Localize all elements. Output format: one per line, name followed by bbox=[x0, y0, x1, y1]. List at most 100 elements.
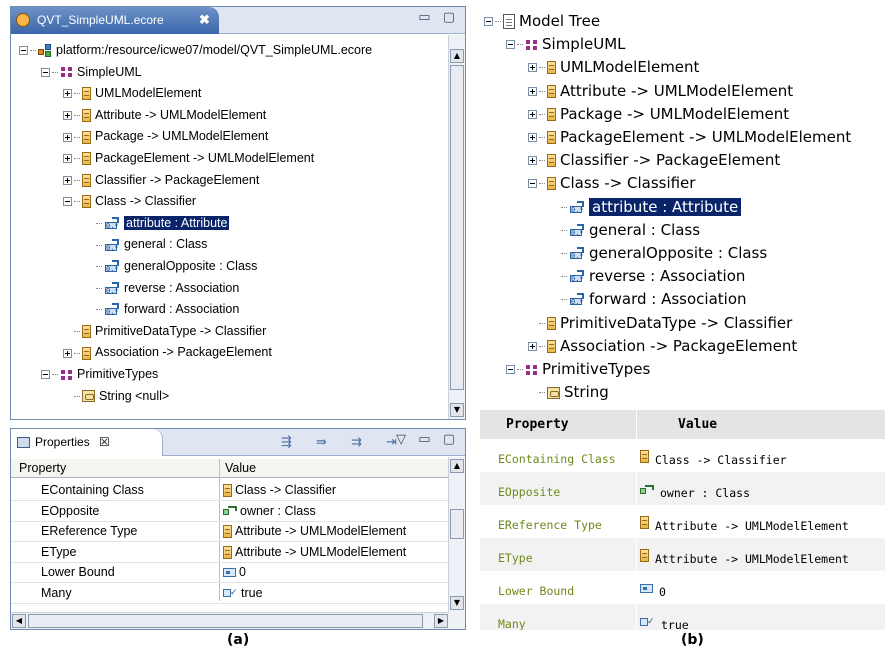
expand-icon[interactable] bbox=[63, 89, 72, 99]
tree-item[interactable]: UMLModelElement bbox=[528, 56, 699, 79]
tree-item[interactable]: platform:/resource/icwe07/model/QVT_Simp… bbox=[19, 40, 372, 60]
scroll-right-icon[interactable]: ▶ bbox=[434, 614, 448, 628]
column-header-value[interactable]: Value bbox=[678, 410, 717, 439]
tree-item[interactable]: Classifier -> PackageElement bbox=[528, 149, 780, 172]
property-row[interactable]: EType Attribute -> UMLModelElement bbox=[480, 538, 885, 571]
tree-item[interactable]: Association -> PackageElement bbox=[528, 335, 797, 358]
expand-icon[interactable] bbox=[528, 156, 537, 166]
property-name[interactable]: Lower Bound bbox=[41, 562, 115, 582]
properties-vertical-scrollbar[interactable]: ▲ ▼ bbox=[448, 457, 465, 629]
tree-item-label: PrimitiveDataType -> Classifier bbox=[95, 323, 267, 338]
collapse-icon[interactable] bbox=[19, 46, 28, 56]
property-value[interactable]: owner : Class bbox=[223, 501, 316, 521]
tree-item[interactable]: 0.* attribute : Attribute bbox=[85, 213, 230, 233]
tree-item[interactable]: PrimitiveTypes bbox=[41, 364, 158, 384]
scroll-left-icon[interactable]: ◀ bbox=[12, 614, 26, 628]
property-value[interactable]: 0 bbox=[223, 562, 246, 582]
tree-item[interactable]: Model Tree bbox=[484, 10, 600, 33]
expand-icon[interactable] bbox=[528, 133, 537, 142]
scroll-down-icon[interactable]: ▼ bbox=[450, 403, 464, 417]
expand-icon[interactable] bbox=[63, 175, 72, 185]
column-header-property[interactable]: Property bbox=[19, 458, 66, 478]
tree-item[interactable]: Package -> UMLModelElement bbox=[528, 103, 789, 126]
tree-item[interactable]: Package -> UMLModelElement bbox=[63, 126, 268, 146]
tree-item[interactable]: Class -> Classifier bbox=[63, 191, 196, 211]
horizontal-scrollbar[interactable]: ◀ ▶ bbox=[11, 612, 449, 629]
property-value[interactable]: Attribute -> UMLModelElement bbox=[223, 542, 406, 562]
column-header-property[interactable]: Property bbox=[506, 410, 569, 439]
window-controls[interactable]: ▭ ▢ bbox=[418, 10, 459, 25]
property-name[interactable]: EContaining Class bbox=[41, 480, 144, 500]
tree-item[interactable]: 0.* reverse : Association bbox=[550, 265, 745, 288]
tree-item[interactable]: Attribute -> UMLModelElement bbox=[63, 105, 266, 125]
property-row[interactable]: Lower Bound 0 bbox=[480, 571, 885, 604]
tree-item[interactable]: UMLModelElement bbox=[63, 83, 201, 103]
tree-item[interactable]: 0.* reverse : Association bbox=[85, 278, 239, 298]
reference-icon: 0.* bbox=[569, 247, 585, 260]
expand-icon[interactable] bbox=[528, 341, 537, 351]
expand-icon[interactable] bbox=[63, 348, 72, 358]
expand-icon[interactable] bbox=[528, 63, 537, 73]
property-value[interactable]: ✓ true bbox=[223, 583, 263, 603]
tree-item[interactable]: SimpleUML bbox=[41, 62, 142, 82]
tree-item[interactable]: Class -> Classifier bbox=[528, 172, 695, 195]
property-row[interactable]: EReference Type Attribute -> UMLModelElem… bbox=[480, 505, 885, 538]
collapse-icon[interactable] bbox=[41, 370, 50, 380]
properties-toolbar[interactable]: ⇶ ⇛ ⇉ ⇥ bbox=[281, 435, 407, 450]
tree-item[interactable]: PrimitiveDataType -> Classifier bbox=[63, 321, 266, 341]
tree-item[interactable]: String bbox=[528, 381, 609, 404]
tree-item[interactable]: 0.* generalOpposite : Class bbox=[550, 242, 767, 265]
property-row[interactable]: EContaining Class Class -> Classifier bbox=[480, 439, 885, 472]
scroll-thumb[interactable] bbox=[450, 509, 464, 539]
window-controls[interactable]: ▽ ▭ ▢ bbox=[396, 432, 459, 447]
expand-icon[interactable] bbox=[528, 109, 537, 119]
vertical-scrollbar[interactable]: ▲ ▼ bbox=[448, 35, 465, 419]
reference-icon: 0.* bbox=[104, 281, 120, 295]
tree-item[interactable]: PrimitiveTypes bbox=[506, 358, 650, 381]
property-name[interactable]: EReference Type bbox=[41, 521, 137, 541]
tree-item[interactable]: 0.* generalOpposite : Class bbox=[85, 256, 257, 276]
expand-icon[interactable] bbox=[63, 154, 72, 164]
scroll-up-icon[interactable]: ▲ bbox=[450, 459, 464, 473]
tree-item[interactable]: PackageElement -> UMLModelElement bbox=[63, 148, 314, 168]
property-value[interactable]: Attribute -> UMLModelElement bbox=[223, 521, 406, 541]
properties-tab[interactable]: Properties ☒ bbox=[11, 429, 163, 456]
scroll-thumb[interactable] bbox=[450, 65, 464, 390]
tree-item[interactable]: Classifier -> PackageElement bbox=[63, 170, 259, 190]
tree-item[interactable]: 0.* forward : Association bbox=[85, 299, 239, 319]
property-name[interactable]: EOpposite bbox=[41, 501, 99, 521]
tree-item[interactable]: 0.* forward : Association bbox=[550, 288, 747, 311]
tree-item[interactable]: 0.* general : Class bbox=[85, 234, 207, 254]
scroll-thumb[interactable] bbox=[28, 614, 423, 628]
collapse-icon[interactable] bbox=[506, 365, 515, 374]
column-divider[interactable] bbox=[219, 459, 220, 601]
expand-icon[interactable] bbox=[63, 132, 72, 142]
property-row[interactable]: Many ✓ true bbox=[480, 604, 885, 630]
tree-item[interactable]: SimpleUML bbox=[506, 33, 626, 56]
close-icon[interactable]: ☒ bbox=[99, 435, 110, 449]
collapse-icon[interactable] bbox=[41, 67, 50, 77]
tree-item[interactable]: Association -> PackageElement bbox=[63, 342, 272, 362]
column-header-value[interactable]: Value bbox=[225, 458, 256, 478]
tree-item[interactable]: String <null> bbox=[63, 386, 169, 406]
collapse-icon[interactable] bbox=[528, 179, 537, 189]
tree-item[interactable]: PackageElement -> UMLModelElement bbox=[528, 126, 851, 149]
property-value[interactable]: Class -> Classifier bbox=[223, 480, 336, 500]
tree-item[interactable]: 0.* attribute : Attribute bbox=[550, 196, 742, 219]
property-name[interactable]: Many bbox=[41, 583, 72, 603]
tree-item[interactable]: Attribute -> UMLModelElement bbox=[528, 80, 793, 103]
close-icon[interactable]: ✖ bbox=[199, 7, 210, 33]
tree-item[interactable]: 0.* general : Class bbox=[550, 219, 700, 242]
collapse-icon[interactable] bbox=[484, 17, 493, 26]
expand-icon[interactable] bbox=[63, 111, 72, 120]
collapse-icon[interactable] bbox=[506, 40, 515, 50]
property-name[interactable]: EType bbox=[41, 542, 76, 562]
property-row[interactable]: EOpposite owner : Class bbox=[480, 472, 885, 505]
scroll-down-icon[interactable]: ▼ bbox=[450, 596, 464, 610]
editor-tab[interactable]: QVT_SimpleUML.ecore ✖ bbox=[11, 7, 219, 34]
tree-item[interactable]: PrimitiveDataType -> Classifier bbox=[528, 312, 792, 335]
panel-a: QVT_SimpleUML.ecore ✖ ▭ ▢ platform:/reso… bbox=[10, 6, 466, 630]
scroll-up-icon[interactable]: ▲ bbox=[450, 49, 464, 63]
collapse-icon[interactable] bbox=[63, 197, 72, 207]
expand-icon[interactable] bbox=[528, 86, 537, 96]
